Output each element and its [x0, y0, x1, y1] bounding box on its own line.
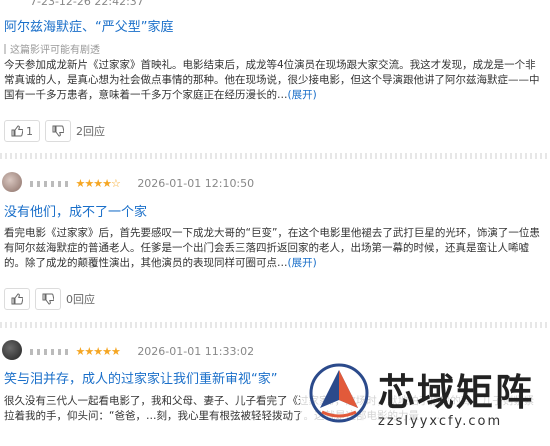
like-button[interactable]	[4, 288, 30, 310]
thumbs-up-icon	[11, 125, 23, 137]
watermark-text: 芯域矩阵	[378, 371, 534, 414]
review-body: 看完电影《过家家》后，首先要感叹一下成龙大哥的“巨变”，在这个电影里他褪去了武打…	[4, 226, 542, 271]
like-count: 1	[26, 124, 33, 138]
review-meta: ★★★★☆ 2026-01-01 12:10:50	[30, 177, 254, 190]
review-body: 今天参加成龙新片《过家家》首映礼。电影结束后，成龙等4位演员在现场跟大家交流。我…	[4, 58, 542, 103]
review-title[interactable]: 没有他们，成不了一个家	[4, 201, 147, 220]
reply-link[interactable]: 0回应	[66, 291, 95, 307]
review-date: 2026-01-01 11:33:02	[137, 345, 255, 358]
spoiler-note-text: 这篇影评可能有剧透	[10, 45, 100, 56]
thumbs-down-icon	[42, 293, 54, 305]
thumbs-down-icon	[52, 125, 64, 137]
rating-stars: ★★★★★	[75, 345, 121, 358]
review-actions: 1 2回应	[4, 120, 105, 142]
dislike-button[interactable]	[45, 120, 71, 142]
review-actions: 0回应	[4, 288, 95, 310]
watermark-url: zzslyyxcfy.com	[378, 414, 503, 429]
username[interactable]	[30, 181, 70, 187]
divider	[0, 322, 550, 328]
review-meta: ★★★★★ 2026-01-01 11:33:02	[30, 345, 254, 358]
watermark: 芯域矩阵 zzslyyxcfy.com	[300, 358, 550, 446]
thumbs-up-icon	[11, 293, 23, 305]
review-date: 2026-01-01 12:10:50	[137, 177, 255, 190]
avatar[interactable]	[2, 340, 22, 360]
note-bar	[4, 44, 6, 54]
dislike-button[interactable]	[35, 288, 61, 310]
reply-link[interactable]: 2回应	[76, 123, 105, 139]
review-body-text: 看完电影《过家家》后，首先要感叹一下成龙大哥的“巨变”，在这个电影里他褪去了武打…	[4, 227, 540, 269]
watermark-logo-icon	[309, 363, 369, 423]
review-body-text: 今天参加成龙新片《过家家》首映礼。电影结束后，成龙等4位演员在现场跟大家交流。我…	[4, 59, 540, 101]
username[interactable]	[30, 349, 70, 355]
expand-link[interactable]: (展开)	[288, 89, 317, 101]
review-title[interactable]: 阿尔兹海默症、“严父型”家庭	[4, 16, 173, 35]
review-meta: 7-23-12-26 22:42:37	[30, 0, 144, 8]
expand-link[interactable]: (展开)	[288, 257, 317, 269]
rating-stars: ★★★★☆	[75, 177, 121, 190]
divider	[0, 153, 550, 159]
review-date: 7-23-12-26 22:42:37	[30, 0, 144, 8]
review-title[interactable]: 笑与泪并存，成人的过家家让我们重新审视“家”	[4, 368, 277, 387]
like-button[interactable]: 1	[4, 120, 40, 142]
avatar[interactable]	[2, 172, 22, 192]
spoiler-note: 这篇影评可能有剧透	[4, 41, 100, 56]
